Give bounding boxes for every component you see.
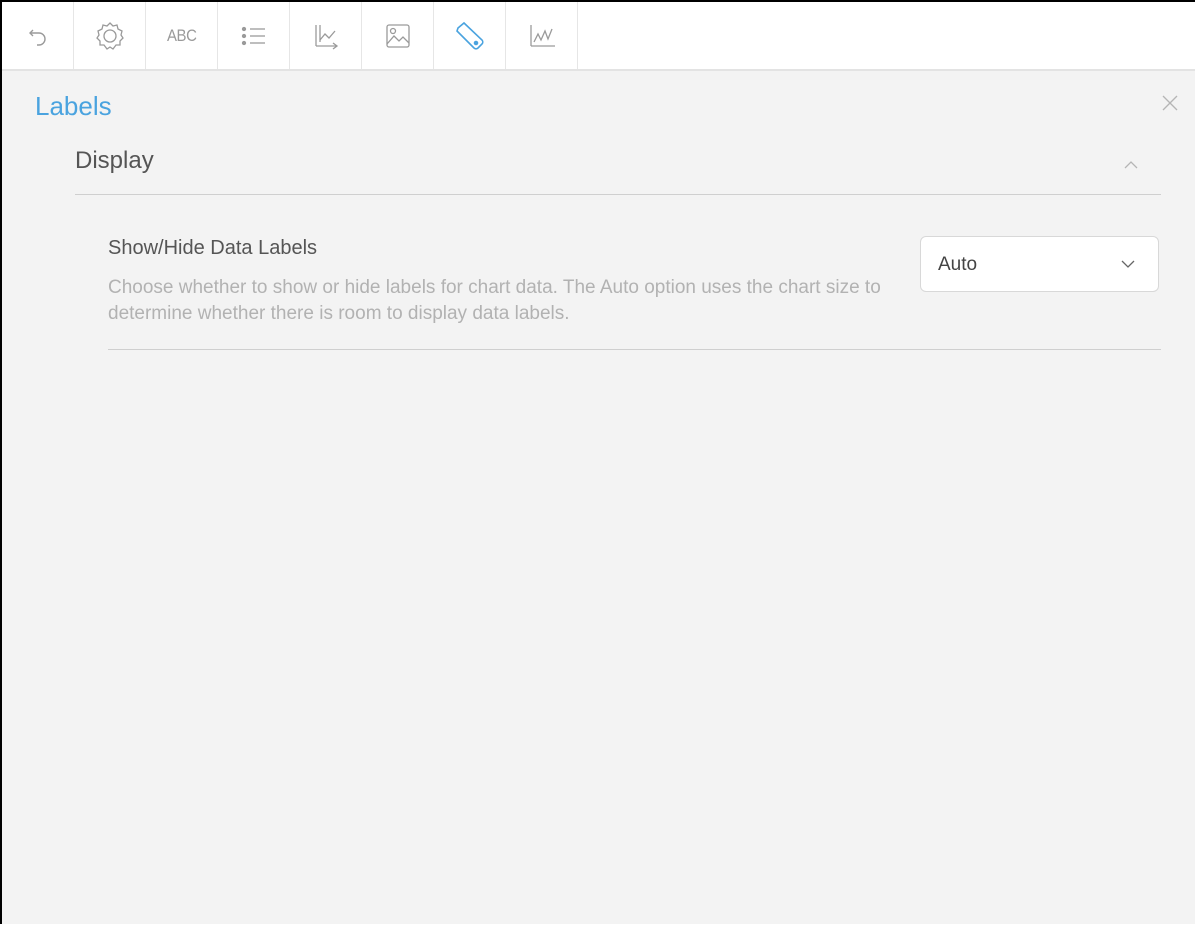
chevron-down-icon <box>1121 260 1135 268</box>
data-labels-select[interactable]: Auto <box>920 236 1159 292</box>
image-settings-button[interactable] <box>362 2 434 69</box>
series-settings-button[interactable] <box>506 2 578 69</box>
chevron-up-icon <box>1124 161 1138 169</box>
undo-icon <box>28 29 46 46</box>
abc-text-icon: ABC <box>166 25 197 45</box>
data-labels-setting: Show/Hide Data Labels Choose whether to … <box>108 234 1161 350</box>
panel-title: Labels <box>35 91 112 121</box>
labels-settings-button[interactable] <box>434 2 506 69</box>
toolbar: ABC <box>2 2 1195 71</box>
setting-label: Show/Hide Data Labels <box>108 237 318 259</box>
select-value: Auto <box>938 254 978 275</box>
axis-settings-button[interactable] <box>290 2 362 69</box>
close-button[interactable] <box>1160 93 1180 113</box>
display-section-header[interactable]: Display <box>75 134 1161 195</box>
gear-icon <box>95 21 124 50</box>
axis-chart-icon <box>314 24 338 50</box>
general-settings-button[interactable] <box>74 2 146 69</box>
setting-description: Choose whether to show or hide labels fo… <box>108 277 881 324</box>
line-chart-icon <box>529 24 555 47</box>
close-icon <box>1162 95 1178 111</box>
image-icon <box>385 23 410 48</box>
list-icon <box>241 26 265 45</box>
section-title: Display <box>75 147 154 174</box>
label-tag-icon <box>455 21 484 50</box>
text-settings-button[interactable]: ABC <box>146 2 218 69</box>
settings-panel-frame: ABC Labels Display Show/Hide Data Labels… <box>0 0 1195 924</box>
undo-button[interactable] <box>2 2 74 69</box>
legend-settings-button[interactable] <box>218 2 290 69</box>
